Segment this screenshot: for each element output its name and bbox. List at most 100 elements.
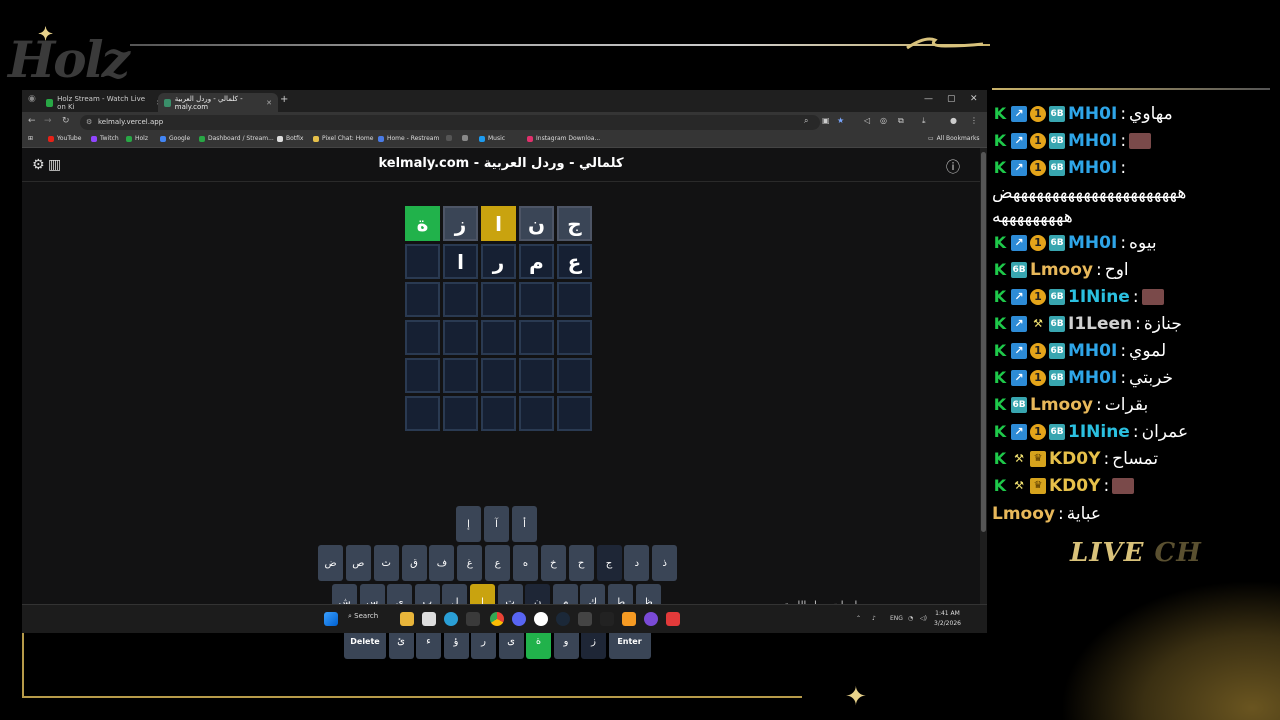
- new-tab-icon[interactable]: +: [280, 94, 288, 105]
- key-letter[interactable]: خ: [540, 545, 566, 581]
- grid-cell: [481, 396, 516, 431]
- taskbar-search[interactable]: ⌕ Search: [348, 612, 378, 621]
- menu-icon[interactable]: ⋮: [970, 116, 978, 125]
- chat-username[interactable]: MH0I: [1068, 131, 1117, 151]
- chat-username[interactable]: Lmooy: [1030, 260, 1093, 280]
- key-letter[interactable]: ق: [401, 545, 427, 581]
- chat-username[interactable]: MH0I: [1068, 368, 1117, 388]
- stream-overlay: ✦ Holz ✦ LIVE CH K ↗ 1 6B MH0I : مهاوي K ↗ 1 6B MH…: [0, 0, 1280, 720]
- extension-icon[interactable]: ◎: [880, 116, 887, 125]
- chat-username[interactable]: MH0I: [1068, 341, 1117, 361]
- chat-username[interactable]: KD0Y: [1049, 449, 1100, 469]
- chat-separator: :: [1132, 287, 1139, 307]
- apps-icon[interactable]: ⊞: [28, 135, 33, 142]
- profile-icon[interactable]: ◉: [28, 94, 36, 104]
- chat-username[interactable]: KD0Y: [1049, 476, 1100, 496]
- bookmark-twitch[interactable]: Twitch: [91, 135, 119, 142]
- chat-message-text: خربتي: [1129, 368, 1173, 388]
- bookmark-star-icon[interactable]: ★: [837, 116, 844, 125]
- puzzle-icon[interactable]: ⧉: [898, 116, 904, 126]
- key-letter[interactable]: ض: [318, 545, 343, 581]
- avatar[interactable]: ●: [950, 116, 957, 125]
- language-indicator[interactable]: ENG: [890, 615, 903, 622]
- scrollbar-thumb[interactable]: [981, 152, 986, 532]
- close-tab-icon[interactable]: ✕: [266, 99, 272, 107]
- tray-chevron-icon[interactable]: ⌃: [856, 615, 861, 622]
- bookmark-youtube[interactable]: YouTube: [48, 135, 81, 142]
- mic-icon[interactable]: ♪: [872, 615, 876, 622]
- sixb-badge-icon: 6B: [1049, 133, 1065, 149]
- chrome-icon[interactable]: [490, 612, 504, 626]
- bookmark-botfix[interactable]: Botfix: [277, 135, 303, 142]
- key-letter[interactable]: ص: [345, 545, 371, 581]
- calendar-icon[interactable]: [422, 612, 436, 626]
- app-icon[interactable]: [578, 612, 592, 626]
- info-icon[interactable]: ⓘ: [946, 157, 960, 177]
- minimize-icon[interactable]: —: [924, 94, 933, 104]
- close-window-icon[interactable]: ✕: [970, 94, 978, 104]
- chat-username[interactable]: MH0I: [1068, 158, 1117, 178]
- app-icon[interactable]: [466, 612, 480, 626]
- windows-start-icon[interactable]: [324, 612, 338, 626]
- chat-username[interactable]: Lmooy: [992, 504, 1055, 524]
- key-letter[interactable]: إ: [456, 506, 481, 542]
- key-letter[interactable]: أ: [512, 506, 537, 542]
- app-icon[interactable]: [644, 612, 658, 626]
- key-letter[interactable]: ث: [373, 545, 399, 581]
- chat-username[interactable]: MH0I: [1068, 104, 1117, 124]
- key-letter[interactable]: ج: [596, 545, 622, 581]
- key-letter[interactable]: د: [624, 545, 650, 581]
- tab-holz-stream[interactable]: Holz Stream - Watch Live on Ki ✕: [40, 93, 168, 112]
- key-letter[interactable]: ف: [429, 545, 455, 581]
- volume-icon[interactable]: ◁): [920, 615, 927, 622]
- tab-kelmaly[interactable]: كلمالي - وردل العربية - maly.com ✕: [158, 93, 278, 112]
- key-letter[interactable]: ع: [485, 545, 511, 581]
- grid-cell: [481, 282, 516, 317]
- bookmark-music[interactable]: Music: [479, 135, 505, 142]
- grid-cell: [405, 244, 440, 279]
- maximize-icon[interactable]: ▢: [947, 94, 956, 104]
- discord-icon[interactable]: [512, 612, 526, 626]
- bookmark-dashboard[interactable]: Dashboard / Stream...: [199, 135, 274, 142]
- download-icon[interactable]: ⤓: [922, 116, 926, 126]
- wifi-icon[interactable]: ◔: [908, 615, 913, 622]
- site-info-icon[interactable]: ⚙: [86, 115, 92, 130]
- file-explorer-icon[interactable]: [400, 612, 414, 626]
- chat-username[interactable]: MH0I: [1068, 233, 1117, 253]
- edge-icon[interactable]: [444, 612, 458, 626]
- steam-icon[interactable]: [556, 612, 570, 626]
- zoom-icon[interactable]: ⌕: [804, 116, 808, 126]
- key-letter[interactable]: ه: [512, 545, 538, 581]
- back-icon[interactable]: ←: [28, 116, 36, 126]
- gear-app-icon[interactable]: [534, 612, 548, 626]
- bookmark-google[interactable]: Google: [160, 135, 190, 142]
- all-bookmarks[interactable]: ▭ All Bookmarks: [928, 135, 980, 142]
- reload-icon[interactable]: ↻: [62, 116, 70, 126]
- app-icon[interactable]: [666, 612, 680, 626]
- bookmark-restream[interactable]: Home - Restream: [378, 135, 439, 142]
- chat-username[interactable]: 1INine: [1068, 422, 1130, 442]
- mute-icon[interactable]: ◁: [864, 116, 870, 125]
- app-icon[interactable]: [600, 612, 614, 626]
- chat-username[interactable]: Lmooy: [1030, 395, 1093, 415]
- bookmark-extra[interactable]: [446, 135, 452, 141]
- key-letter[interactable]: ح: [568, 545, 594, 581]
- bookmark-holz[interactable]: Holz: [126, 135, 148, 142]
- chat-username[interactable]: 1INine: [1068, 287, 1130, 307]
- taskbar-clock[interactable]: 1:41 AM 3/2/2026: [934, 609, 961, 629]
- botfix-icon: [277, 135, 283, 142]
- key-letter[interactable]: ذ: [652, 545, 678, 581]
- forward-icon[interactable]: →: [44, 116, 52, 126]
- url-field[interactable]: ⚙ kelmaly.vercel.app: [80, 115, 820, 130]
- vlc-icon[interactable]: [622, 612, 636, 626]
- page-scrollbar[interactable]: [980, 148, 987, 604]
- chat-username[interactable]: I1Leen: [1068, 314, 1132, 334]
- key-letter[interactable]: غ: [457, 545, 483, 581]
- bookmark-pixel-chat[interactable]: Pixel Chat: Home: [313, 135, 373, 142]
- install-icon[interactable]: ▣: [822, 116, 830, 125]
- key-letter[interactable]: آ: [484, 506, 509, 542]
- bookmark-instagram[interactable]: Instagram Downloa...: [527, 135, 600, 142]
- k-badge-icon: K: [993, 233, 1007, 252]
- bookmark-extra2[interactable]: [462, 135, 468, 141]
- chat-message: K 6B Lmooy : بقرات: [992, 393, 1148, 417]
